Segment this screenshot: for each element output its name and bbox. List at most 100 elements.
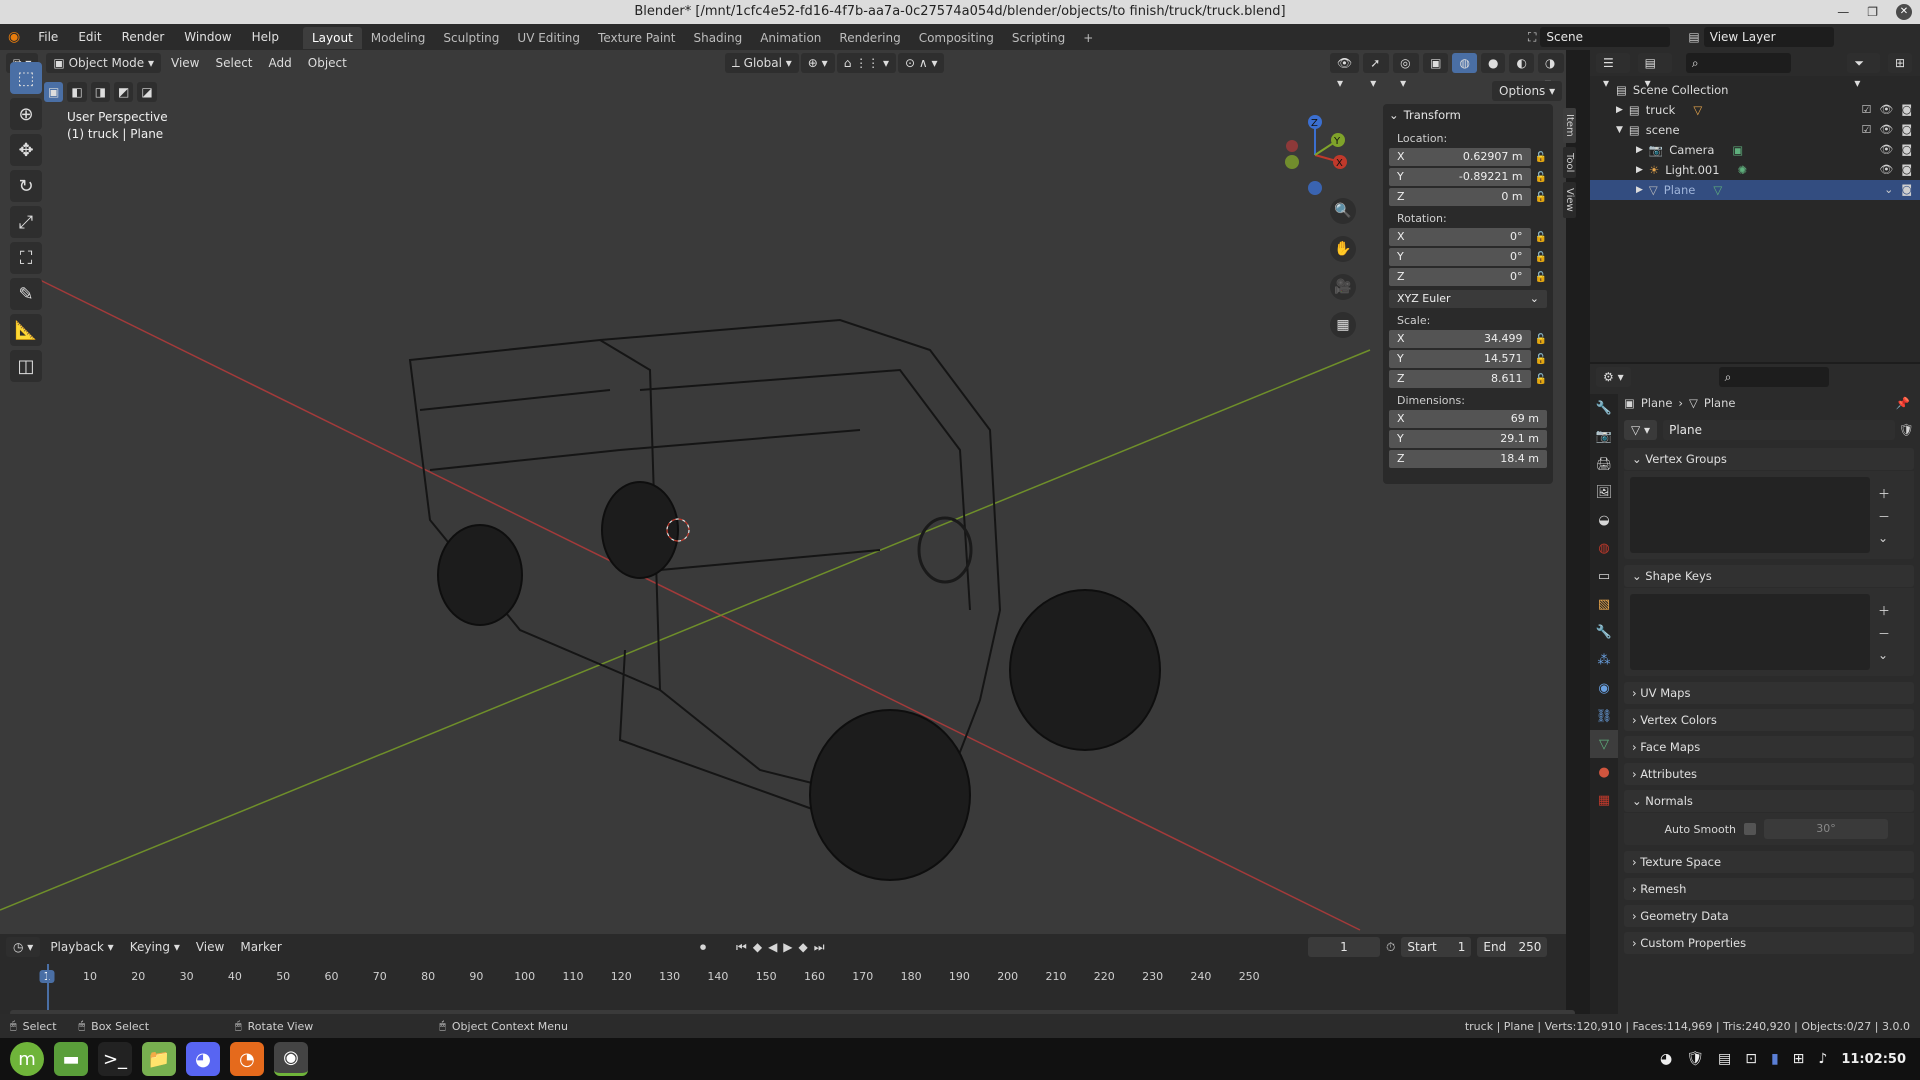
keyboard-layout-icon[interactable]: ▮ (1771, 1051, 1779, 1067)
show-desktop-icon[interactable]: ▬ (54, 1042, 88, 1076)
custom-properties-panel-header[interactable]: › Custom Properties (1624, 932, 1914, 954)
discord-icon[interactable]: ◕ (186, 1042, 220, 1076)
lock-icon[interactable]: 🔓 (1535, 172, 1547, 183)
timeline-ruler[interactable]: 1102030405060708090100110120130140150160… (0, 934, 1566, 994)
tool-tab-icon[interactable]: 🔧 (1590, 394, 1618, 422)
face-maps-panel-header[interactable]: › Face Maps (1624, 736, 1914, 758)
shield-icon[interactable]: 🛡 (1686, 1051, 1704, 1067)
files-icon[interactable]: 📁 (142, 1042, 176, 1076)
overlay-icon[interactable]: ◎ ▾ (1393, 53, 1420, 90)
annotate-tool-icon[interactable]: ✎ (10, 278, 42, 310)
outliner-editor-icon[interactable]: ☰ ▾ (1596, 53, 1630, 90)
solid-shading-icon[interactable]: ● (1480, 53, 1506, 73)
scene-selector[interactable]: Scene (1540, 27, 1671, 47)
world-tab-icon[interactable]: ◍ (1590, 534, 1618, 562)
playhead[interactable] (47, 964, 49, 1014)
mode-selector[interactable]: ▣ Object Mode ▾ (46, 53, 161, 73)
shape-keys-list[interactable] (1630, 594, 1870, 670)
properties-search-input[interactable]: ⌕ (1718, 367, 1829, 387)
select-invert-icon[interactable]: ◩ (114, 82, 134, 102)
lock-icon[interactable]: 🔓 (1535, 152, 1547, 163)
move-tool-icon[interactable]: ✥ (10, 134, 42, 166)
menu-render[interactable]: Render (112, 24, 175, 50)
update-icon[interactable]: ⊡ (1745, 1051, 1757, 1067)
clipboard-icon[interactable]: ▤ (1718, 1051, 1731, 1067)
tab-tool[interactable]: Tool (1563, 146, 1576, 179)
add-icon[interactable]: ＋ (1878, 485, 1890, 502)
select-extend-icon[interactable]: ◧ (67, 82, 87, 102)
select-intersect-icon[interactable]: ◪ (137, 82, 157, 102)
texture-tab-icon[interactable]: ▦ (1590, 786, 1618, 814)
network-icon[interactable]: ⊞ (1793, 1051, 1805, 1067)
minimize-icon[interactable]: — (1837, 0, 1849, 24)
scene-tab-icon[interactable]: ◒ (1590, 506, 1618, 534)
browser-icon[interactable]: ◔ (230, 1042, 264, 1076)
close-icon[interactable]: ✕ (1896, 4, 1912, 20)
camera-render-icon[interactable]: ◙ (1901, 180, 1912, 200)
expand-chevron-icon[interactable]: ▶ (1616, 100, 1623, 120)
new-collection-icon[interactable]: ⊞ (1887, 53, 1912, 73)
uv-maps-panel-header[interactable]: › UV Maps (1624, 682, 1914, 704)
pin-icon[interactable]: 📌 (1896, 396, 1910, 410)
menu-edit[interactable]: Edit (68, 24, 111, 50)
select-box-tool-icon[interactable]: ⬚ (10, 62, 42, 94)
collapse-chevron-icon[interactable]: ▼ (1616, 120, 1623, 140)
wireframe-shading-icon[interactable]: ◍ (1452, 53, 1477, 73)
scale-x-field[interactable]: X 34.499 (1389, 330, 1531, 348)
auto-smooth-checkbox[interactable] (1744, 823, 1756, 835)
location-y-field[interactable]: Y -0.89221 m (1389, 168, 1531, 186)
camera-render-icon[interactable]: ◙ (1901, 160, 1912, 180)
lock-icon[interactable]: 🔓 (1535, 272, 1547, 283)
vertex-groups-list[interactable] (1630, 477, 1870, 553)
auto-smooth-angle-field[interactable]: 30° (1764, 819, 1888, 839)
transform-header[interactable]: ⌄ Transform (1383, 104, 1553, 126)
lock-icon[interactable]: 🔓 (1535, 334, 1547, 345)
camera-render-icon[interactable]: ◙ (1901, 140, 1912, 160)
menu-file[interactable]: File (28, 24, 68, 50)
orientation-selector[interactable]: ⟂ Global ▾ (724, 53, 799, 73)
dimension-z-field[interactable]: Z 18.4 m (1389, 450, 1547, 468)
outliner-item-camera[interactable]: ▶ 📷 Camera ▣ 👁 ◙ (1590, 140, 1920, 160)
xray-icon[interactable]: ▣ (1423, 53, 1449, 73)
tab-uv-editing[interactable]: UV Editing (508, 27, 589, 49)
material-shading-icon[interactable]: ◐ (1509, 53, 1534, 73)
pivot-icon[interactable]: ⊕ ▾ (800, 53, 835, 73)
collection-tab-icon[interactable]: ▭ (1590, 562, 1618, 590)
remove-icon[interactable]: － (1878, 508, 1890, 525)
gizmo-icon[interactable]: ➚ ▾ (1363, 53, 1390, 90)
options-button[interactable]: Options ▾ (1492, 81, 1563, 101)
tab-shading[interactable]: Shading (684, 27, 751, 49)
lock-icon[interactable]: 🔓 (1535, 192, 1547, 203)
camera-render-icon[interactable]: ◙ (1901, 120, 1912, 140)
geometry-data-panel-header[interactable]: › Geometry Data (1624, 905, 1914, 927)
vertex-groups-panel-header[interactable]: ⌄ Vertex Groups (1624, 448, 1914, 470)
terminal-icon[interactable]: >_ (98, 1042, 132, 1076)
zoom-icon[interactable]: 🔍 (1330, 198, 1356, 224)
properties-editor-icon[interactable]: ⚙ ▾ (1596, 367, 1631, 387)
outliner-scene-collection[interactable]: ▤ Scene Collection (1590, 80, 1920, 100)
scale-tool-icon[interactable]: ⤢ (10, 206, 42, 238)
eye-icon[interactable]: 👁 (1879, 100, 1893, 120)
location-x-field[interactable]: X 0.62907 m (1389, 148, 1531, 166)
add-cube-tool-icon[interactable]: ◫ (10, 350, 42, 382)
menu-object[interactable]: Object (300, 56, 355, 70)
pan-hand-icon[interactable]: ✋ (1330, 236, 1356, 262)
outliner-item-truck[interactable]: ▶ ▤ truck ▽ ☑ 👁 ◙ (1590, 100, 1920, 120)
scale-z-field[interactable]: Z 8.611 (1389, 370, 1531, 388)
camera-render-icon[interactable]: ◙ (1901, 100, 1912, 120)
tab-texture-paint[interactable]: Texture Paint (589, 27, 684, 49)
cursor-tool-icon[interactable]: ⊕ (10, 98, 42, 130)
measure-tool-icon[interactable]: 📐 (10, 314, 42, 346)
menu-select[interactable]: Select (207, 56, 260, 70)
eye-icon[interactable]: 👁 (1879, 120, 1893, 140)
rotation-z-field[interactable]: Z 0° (1389, 268, 1531, 286)
tab-layout[interactable]: Layout (302, 27, 362, 49)
rendered-shading-icon[interactable]: ◑ ▾ (1537, 53, 1564, 90)
remove-icon[interactable]: － (1878, 625, 1890, 642)
output-tab-icon[interactable]: 🖨 (1590, 450, 1618, 478)
add-icon[interactable]: ＋ (1878, 602, 1890, 619)
remesh-panel-header[interactable]: › Remesh (1624, 878, 1914, 900)
tab-scripting[interactable]: Scripting (1003, 27, 1074, 49)
mesh-data-tab-icon[interactable]: ▽ (1590, 730, 1618, 758)
location-z-field[interactable]: Z0 m (1389, 188, 1531, 206)
